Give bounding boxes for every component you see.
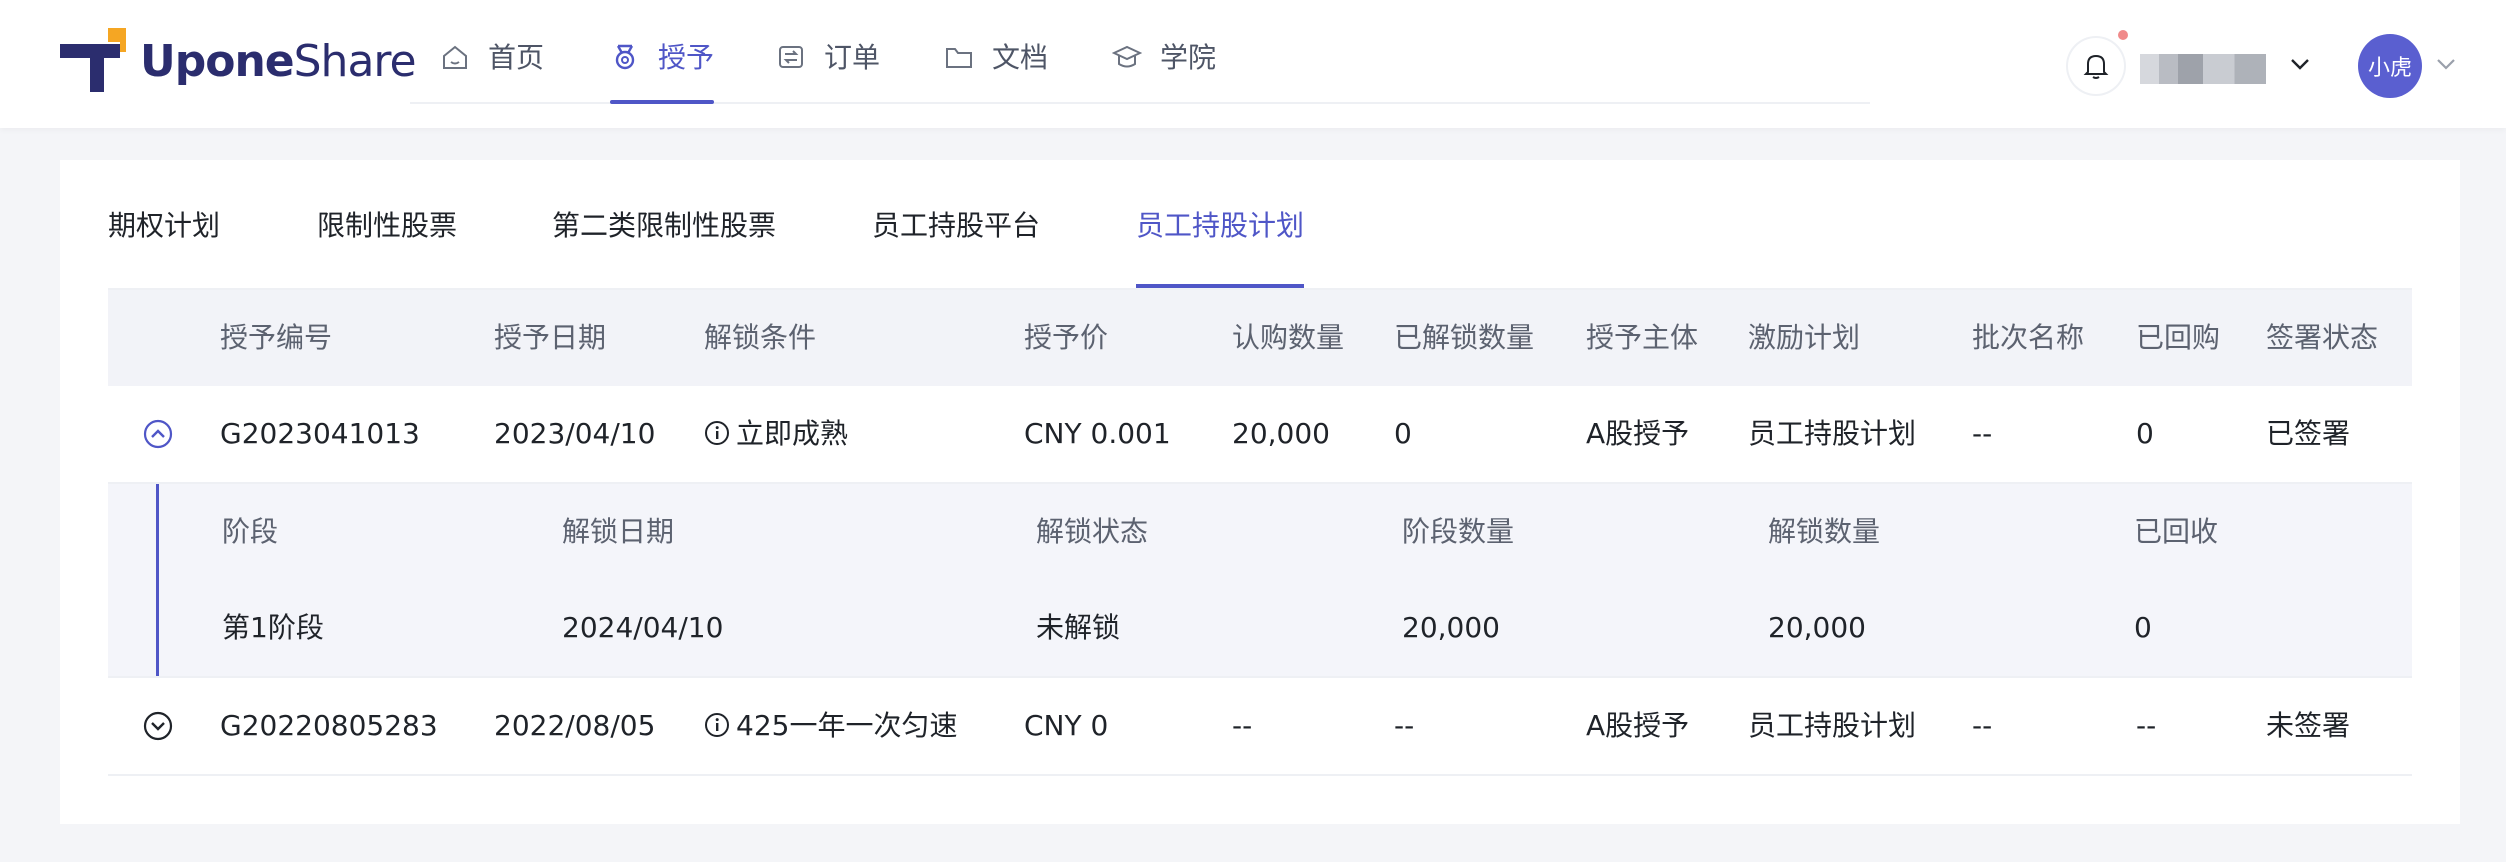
folder-icon	[946, 48, 972, 68]
grant-price: CNY 0.001	[1024, 417, 1171, 450]
tab-option-plan[interactable]: 期权计划	[108, 204, 220, 288]
sign-status: 已签署	[2266, 417, 2351, 450]
incentive-plan: 员工持股计划	[1748, 417, 1917, 450]
repurchased: 0	[2136, 417, 2154, 450]
column-header: 授予日期	[494, 321, 607, 354]
order-icon	[779, 46, 803, 68]
bell-icon	[2083, 54, 2109, 79]
stage-quantity: 20,000	[1402, 611, 1500, 644]
sub-column-header: 阶段	[222, 515, 279, 548]
repurchased: --	[2136, 709, 2157, 742]
sub-column-header: 已回收	[2134, 515, 2219, 548]
recovered: 0	[2134, 611, 2152, 644]
grant-subject: A股授予	[1586, 709, 1690, 742]
sub-table-indicator	[156, 484, 159, 676]
column-header: 授予价	[1024, 321, 1109, 354]
nav-item-docs[interactable]: 文档	[944, 36, 1048, 102]
grant-price: CNY 0	[1024, 709, 1109, 742]
content-card: 期权计划 限制性股票 第二类限制性股票 员工持股平台 员工持股计划 授予编号 授…	[60, 160, 2460, 824]
unlock-quantity: 20,000	[1768, 611, 1866, 644]
nav-item-home[interactable]: 首页	[440, 36, 544, 102]
unlocked-quantity: --	[1394, 709, 1415, 742]
grant-date: 2022/08/05	[494, 709, 656, 742]
table-row[interactable]: G20220805283 2022/08/05 425一年一次匀速 CNY 0 …	[108, 678, 2412, 776]
subscription-quantity: --	[1232, 709, 1253, 742]
collapse-row-icon[interactable]	[142, 418, 174, 450]
column-header: 签署状态	[2266, 321, 2379, 354]
nav-item-grant[interactable]: 授予	[610, 36, 715, 104]
main-nav: 首页 授予 订单 文档 学院	[410, 0, 1870, 104]
subscription-quantity: 20,000	[1232, 417, 1330, 450]
column-header: 认购数量	[1232, 321, 1345, 354]
sub-column-header: 阶段数量	[1402, 515, 1515, 548]
stage-name: 第1阶段	[222, 611, 324, 644]
info-icon	[705, 713, 729, 737]
column-header: 授予主体	[1586, 321, 1699, 354]
chevron-down-icon[interactable]	[2434, 52, 2458, 76]
medal-icon	[615, 44, 635, 70]
batch-name: --	[1972, 709, 1993, 742]
logo-mark-icon	[60, 28, 126, 94]
sub-column-header: 解锁日期	[562, 515, 675, 548]
incentive-plan: 员工持股计划	[1748, 709, 1917, 742]
vesting-schedule: 阶段 解锁日期 解锁状态 阶段数量 解锁数量 已回收 第1阶段 2024/04/…	[108, 484, 2412, 678]
table-row[interactable]: G2023041013 2023/04/10 立即成熟 CNY 0.001 20…	[108, 386, 2412, 484]
nav-item-orders[interactable]: 订单	[776, 36, 880, 102]
home-icon	[443, 45, 467, 69]
column-header: 批次名称	[1972, 321, 2085, 354]
nav-item-academy[interactable]: 学院	[1112, 36, 1216, 102]
grants-table: 授予编号 授予日期 解锁条件 授予价 认购数量 已解锁数量 授予主体 激励计划 …	[108, 288, 2412, 776]
academy-icon	[1112, 45, 1142, 68]
unlock-condition[interactable]: 立即成熟	[704, 386, 848, 482]
sign-status: 未签署	[2266, 709, 2351, 742]
unlock-status: 未解锁	[1036, 611, 1121, 644]
chevron-down-icon[interactable]	[2288, 52, 2312, 76]
info-icon	[705, 421, 729, 445]
tab-type2-restricted-stock[interactable]: 第二类限制性股票	[552, 204, 776, 288]
column-header: 授予编号	[220, 321, 333, 354]
column-header: 已回购	[2136, 321, 2221, 354]
avatar[interactable]: 小虎	[2358, 34, 2422, 98]
column-header: 激励计划	[1748, 321, 1861, 354]
batch-name: --	[1972, 417, 1993, 450]
logo-text: UponeShare	[140, 35, 417, 87]
tab-employee-platform[interactable]: 员工持股平台	[872, 204, 1040, 288]
grant-id: G2023041013	[220, 417, 420, 450]
notification-button[interactable]	[2068, 38, 2124, 94]
unlocked-quantity: 0	[1394, 417, 1412, 450]
notification-badge	[2118, 30, 2128, 40]
sub-column-header: 解锁数量	[1768, 515, 1881, 548]
company-name-redacted[interactable]	[2140, 54, 2266, 84]
sub-column-header: 解锁状态	[1036, 515, 1149, 548]
top-header: UponeShare 首页 授予 订单 文档 学院 小虎	[0, 0, 2506, 128]
unlock-condition[interactable]: 425一年一次匀速	[704, 678, 957, 774]
grant-date: 2023/04/10	[494, 417, 656, 450]
tab-restricted-stock[interactable]: 限制性股票	[317, 204, 457, 288]
expand-row-icon[interactable]	[142, 710, 174, 742]
unlock-date: 2024/04/10	[562, 611, 724, 644]
column-header: 解锁条件	[704, 321, 817, 354]
grant-subject: A股授予	[1586, 417, 1690, 450]
table-header: 授予编号 授予日期 解锁条件 授予价 认购数量 已解锁数量 授予主体 激励计划 …	[108, 288, 2412, 386]
plan-tabs: 期权计划 限制性股票 第二类限制性股票 员工持股平台 员工持股计划	[108, 160, 2412, 288]
logo[interactable]: UponeShare	[60, 28, 417, 94]
grant-id: G20220805283	[220, 709, 438, 742]
column-header: 已解锁数量	[1394, 321, 1535, 354]
tab-employee-stock-plan[interactable]: 员工持股计划	[1136, 204, 1305, 288]
